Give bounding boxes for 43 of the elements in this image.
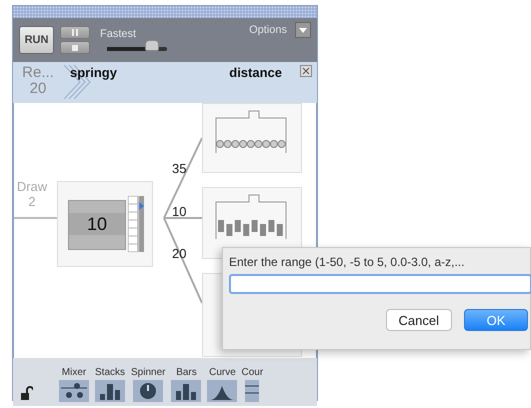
palette-label: Stacks xyxy=(95,367,126,378)
palette-label: Spinner xyxy=(131,367,166,378)
speed-label: Fastest xyxy=(100,28,138,40)
unlocked-padlock-icon[interactable] xyxy=(21,386,33,400)
column-title: springy xyxy=(70,65,117,80)
branch-label: 35 xyxy=(172,161,186,176)
mixer-icon[interactable] xyxy=(59,380,89,402)
scroll-strip-icon xyxy=(128,196,144,252)
branch-label: 20 xyxy=(172,246,186,261)
dropdown-arrow-icon xyxy=(299,28,307,32)
range-prompt: Enter the range (1-50, -5 to 5, 0.0-3.0, a-z,... xyxy=(229,255,466,269)
palette-label: Bars xyxy=(176,367,197,378)
options-label: Options xyxy=(249,24,287,36)
run-button[interactable]: RUN xyxy=(19,26,54,54)
branch-label: 10 xyxy=(172,204,186,219)
stop-button[interactable] xyxy=(60,41,90,54)
pause-button[interactable] xyxy=(60,26,90,39)
column-title: distance xyxy=(229,65,282,80)
options-dropdown-button[interactable] xyxy=(295,22,311,38)
spinner-value: 10 xyxy=(69,213,125,235)
connector-line xyxy=(14,217,57,219)
ball-tray-drawing xyxy=(215,110,287,154)
bar-chart-icon[interactable] xyxy=(171,380,202,402)
close-icon xyxy=(302,67,310,75)
close-button[interactable] xyxy=(300,65,312,77)
palette-label: Curve xyxy=(209,367,236,378)
slider-thumb[interactable] xyxy=(145,40,159,51)
spinner-device[interactable]: 10 xyxy=(57,181,153,267)
palette-label: Cour xyxy=(241,367,264,378)
spinner-icon[interactable] xyxy=(133,380,164,402)
repeat-label: Re... xyxy=(22,65,54,81)
palette-label: Mixer xyxy=(62,367,86,378)
repeat-value: 20 xyxy=(30,81,46,97)
range-input-field[interactable] xyxy=(229,274,531,294)
cancel-button[interactable]: Cancel xyxy=(386,309,452,331)
bell-curve-icon[interactable] xyxy=(207,380,238,402)
counter-icon[interactable] xyxy=(245,380,260,402)
number-tray-drawing xyxy=(215,194,287,240)
source-value: 2 xyxy=(28,194,36,209)
stop-icon xyxy=(72,44,78,50)
stacks-icon[interactable] xyxy=(95,380,125,402)
source-label: Draw xyxy=(16,179,48,194)
pause-icon xyxy=(71,29,79,36)
